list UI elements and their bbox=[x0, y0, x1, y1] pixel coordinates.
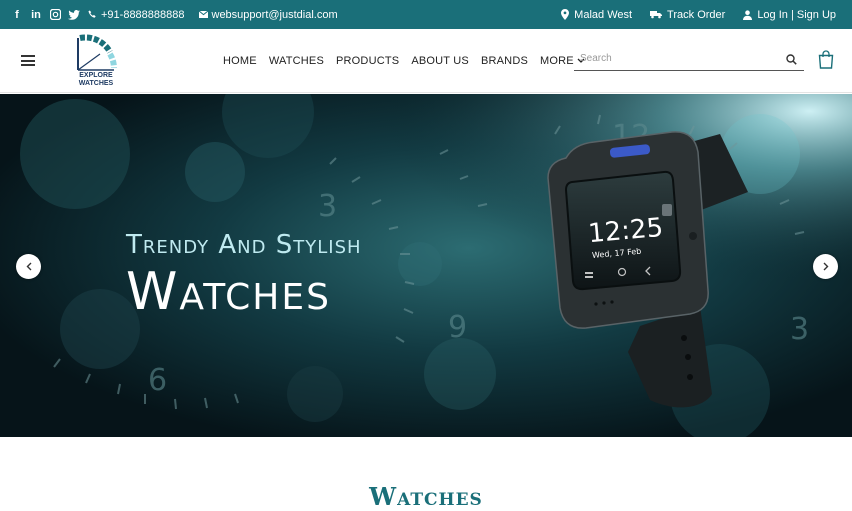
track-order-link[interactable]: Track Order bbox=[650, 9, 725, 21]
email-contact[interactable]: websupport@justdial.com bbox=[198, 8, 338, 21]
main-header: EXPLORE WATCHES HOME WATCHES PRODUCTS AB… bbox=[0, 29, 852, 93]
menu-icon[interactable] bbox=[21, 55, 35, 66]
carousel-prev-button[interactable] bbox=[16, 254, 41, 279]
logo-text-line2: WATCHES bbox=[78, 80, 114, 87]
chevron-left-icon bbox=[26, 262, 32, 271]
hero-title: Watches bbox=[126, 262, 331, 322]
user-icon bbox=[743, 9, 753, 20]
phone-number: +91-8888888888 bbox=[101, 8, 185, 21]
facebook-icon[interactable]: f bbox=[11, 8, 23, 22]
top-bar: f in +91-8888888888 websupport@justdial.… bbox=[0, 0, 852, 29]
nav-item-home[interactable]: HOME bbox=[223, 55, 257, 67]
carousel-next-button[interactable] bbox=[813, 254, 838, 279]
site-logo[interactable]: EXPLORE WATCHES bbox=[70, 32, 122, 90]
phone-contact[interactable]: +91-8888888888 bbox=[88, 9, 185, 21]
linkedin-icon[interactable]: in bbox=[30, 8, 42, 22]
login-label: Log In | Sign Up bbox=[757, 8, 836, 21]
main-nav: HOME WATCHES PRODUCTS ABOUT US BRANDS MO… bbox=[223, 29, 597, 93]
section-title-watches: Watches bbox=[369, 482, 483, 511]
social-links: f in bbox=[11, 0, 80, 29]
nav-more-label: MORE bbox=[540, 55, 574, 67]
contact-info: +91-8888888888 websupport@justdial.com bbox=[88, 0, 338, 29]
location-link[interactable]: Malad West bbox=[561, 9, 632, 21]
phone-icon bbox=[88, 10, 97, 19]
nav-item-brands[interactable]: BRANDS bbox=[481, 55, 528, 67]
hero-subtitle: Trendy And Stylish bbox=[126, 230, 362, 260]
logo-mark-icon bbox=[77, 34, 117, 71]
search-icon[interactable] bbox=[786, 52, 798, 65]
dial-number-3-left: 3 bbox=[318, 189, 337, 224]
dial-number-6: 6 bbox=[148, 363, 167, 398]
twitter-icon[interactable] bbox=[68, 8, 80, 22]
hero-banner: 3 6 9 12 3 12:25 Wed, 17 Feb bbox=[0, 94, 852, 437]
track-order-label: Track Order bbox=[667, 8, 726, 21]
dial-number-9: 9 bbox=[448, 310, 467, 345]
dial-number-3-right: 3 bbox=[790, 312, 809, 347]
instagram-icon[interactable] bbox=[49, 8, 61, 22]
cart-icon[interactable] bbox=[818, 50, 834, 69]
email-icon bbox=[198, 11, 208, 18]
truck-icon bbox=[650, 10, 663, 19]
location-icon bbox=[561, 9, 570, 20]
logo-text-line1: EXPLORE bbox=[79, 72, 113, 79]
location-label: Malad West bbox=[574, 8, 633, 21]
nav-item-watches[interactable]: WATCHES bbox=[269, 55, 324, 67]
chevron-right-icon bbox=[823, 262, 829, 271]
login-link[interactable]: Log In | Sign Up bbox=[743, 9, 836, 21]
search-box bbox=[574, 47, 804, 71]
email-address: websupport@justdial.com bbox=[211, 8, 338, 21]
search-input[interactable] bbox=[574, 47, 774, 69]
top-bar-actions: Malad West Track Order Log In | Sign Up bbox=[561, 0, 836, 29]
nav-item-about-us[interactable]: ABOUT US bbox=[411, 55, 469, 67]
nav-item-products[interactable]: PRODUCTS bbox=[336, 55, 399, 67]
